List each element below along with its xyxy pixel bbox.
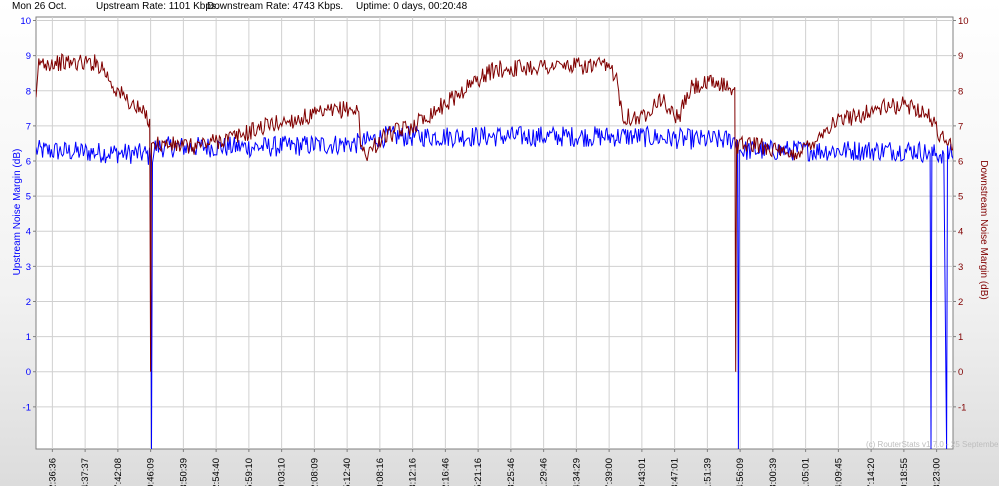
plot-area <box>35 16 954 450</box>
x-tick-label: 17:39:00 <box>604 458 615 486</box>
right-tick-label: -1 <box>958 402 966 413</box>
x-tick-label: 15:12:40 <box>342 458 353 486</box>
left-tick-label: 1 <box>26 332 31 343</box>
right-tick-label: 4 <box>958 227 963 238</box>
x-tick-label: 23:12:16 <box>408 458 419 486</box>
x-tick-label: 02:54:40 <box>211 458 222 486</box>
x-tick-label: 11:05:01 <box>801 458 812 486</box>
x-tick-label: 20:43:01 <box>637 458 648 486</box>
left-tick-label: 10 <box>20 16 31 27</box>
right-tick-label: 5 <box>958 192 963 203</box>
left-tick-label: 2 <box>26 297 31 308</box>
x-tick-label: 14:09:45 <box>833 458 844 486</box>
x-tick-label: 14:34:29 <box>571 458 582 486</box>
left-tick-label: 7 <box>26 121 31 132</box>
right-tick-label: 0 <box>958 367 963 378</box>
right-y-axis: -1 0 1 2 3 4 5 6 7 8 9 10 <box>953 16 969 413</box>
right-tick-label: 9 <box>958 51 963 62</box>
left-tick-label: 6 <box>26 157 31 168</box>
x-tick-label: 17:14:20 <box>866 458 877 486</box>
x-tick-label: 05:21:16 <box>473 458 484 486</box>
x-tick-label: 12:08:09 <box>309 458 320 486</box>
x-tick-label: 17:42:08 <box>113 458 124 486</box>
right-axis-title: Downstream Noise Margin (dB) <box>978 160 989 300</box>
x-tick-label: 23:50:39 <box>178 458 189 486</box>
x-tick-label: 11:29:46 <box>539 458 550 486</box>
x-axis: 12:36:36 14:37:37 17:42:08 20:46:09 23:50:39… <box>47 449 943 486</box>
x-tick-label: 08:25:46 <box>506 458 517 486</box>
watermark-text: (c) RouterStats v1.7.0 - 25 September <box>866 440 999 449</box>
noise-margin-chart: -1 0 1 2 3 4 5 6 7 8 9 10 -1 0 1 2 3 4 5 6 7 8 9 10 12:36:36 14… <box>12 16 999 486</box>
left-axis-title: Upstream Noise Margin (dB) <box>12 149 23 276</box>
left-tick-label: -1 <box>23 402 31 413</box>
right-tick-label: 2 <box>958 297 963 308</box>
left-tick-label: 5 <box>26 192 31 203</box>
x-tick-label: 04:56:09 <box>735 458 746 486</box>
x-tick-label: 14:37:37 <box>80 458 91 486</box>
left-tick-label: 3 <box>26 262 31 273</box>
right-tick-label: 10 <box>958 16 969 27</box>
x-tick-label: 20:08:16 <box>375 458 386 486</box>
x-tick-label: 23:23:00 <box>932 458 943 486</box>
x-tick-label: 09:03:10 <box>277 458 288 486</box>
left-tick-label: 9 <box>26 51 31 62</box>
x-tick-label: 02:16:46 <box>440 458 451 486</box>
x-tick-label: 20:46:09 <box>146 458 157 486</box>
x-tick-label: 12:36:36 <box>47 458 58 486</box>
right-tick-label: 7 <box>958 121 963 132</box>
right-tick-label: 3 <box>958 262 963 273</box>
x-tick-label: 20:18:55 <box>899 458 910 486</box>
right-tick-label: 6 <box>958 157 963 168</box>
x-tick-label: 05:59:10 <box>244 458 255 486</box>
x-tick-label: 23:47:01 <box>670 458 681 486</box>
right-tick-label: 1 <box>958 332 963 343</box>
left-tick-label: 4 <box>26 227 31 238</box>
left-tick-label: 0 <box>26 367 31 378</box>
x-tick-label: 08:00:39 <box>768 458 779 486</box>
left-tick-label: 8 <box>26 86 31 97</box>
x-tick-label: 01:51:39 <box>702 458 713 486</box>
right-tick-label: 8 <box>958 86 963 97</box>
